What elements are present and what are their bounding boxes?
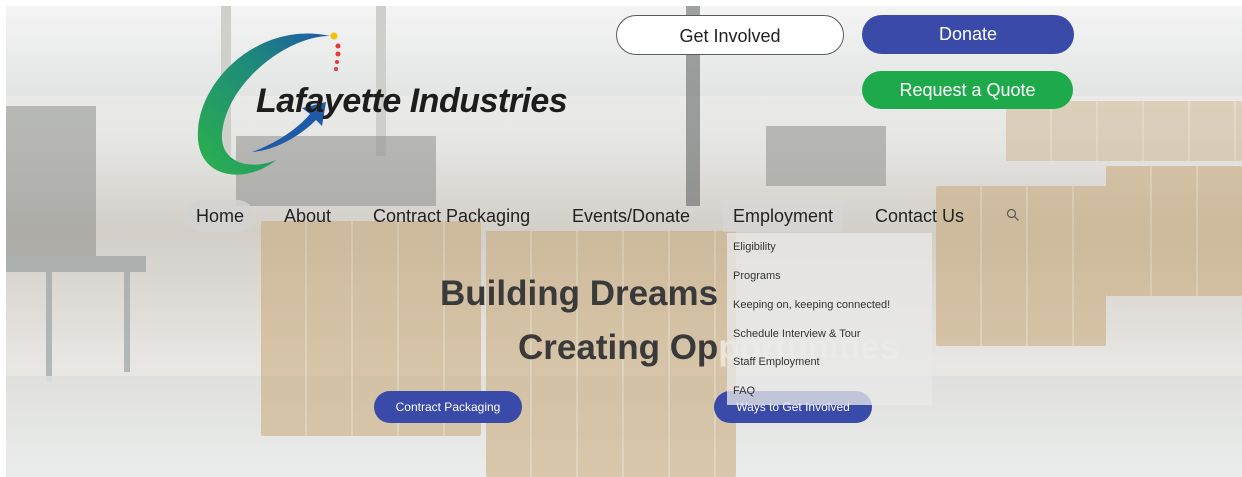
employment-dropdown: Eligibility Programs Keeping on, keeping… (727, 233, 932, 405)
background-table-leg (124, 272, 130, 372)
dropdown-item-schedule-interview[interactable]: Schedule Interview & Tour (733, 328, 861, 340)
background-table (6, 256, 146, 272)
dropdown-item-programs[interactable]: Programs (733, 270, 781, 282)
nav-contact-us[interactable]: Contact Us (865, 200, 974, 232)
nav-events-donate[interactable]: Events/Donate (562, 200, 700, 232)
hero-title-line2-main: Creating Op (518, 328, 719, 367)
get-involved-button[interactable]: Get Involved (616, 15, 844, 55)
dropdown-item-staff-employment[interactable]: Staff Employment (733, 356, 820, 368)
nav-home[interactable]: Home (186, 200, 255, 232)
nav-about[interactable]: About (274, 200, 341, 232)
dropdown-item-eligibility[interactable]: Eligibility (733, 241, 776, 253)
background-pallet (1106, 166, 1242, 296)
background-machine (766, 126, 886, 186)
dropdown-item-keeping-connected[interactable]: Keeping on, keeping connected! (733, 299, 890, 311)
search-icon[interactable] (1006, 208, 1020, 222)
donate-button[interactable]: Donate (862, 15, 1074, 54)
nav-contract-packaging[interactable]: Contract Packaging (363, 200, 540, 232)
dropdown-item-faq[interactable]: FAQ (733, 385, 755, 397)
background-table-leg (46, 272, 52, 382)
background-pallet (1006, 101, 1242, 161)
logo-text: Lafayette Industries (256, 82, 568, 120)
nav-employment[interactable]: Employment (723, 200, 844, 232)
request-quote-button[interactable]: Request a Quote (862, 71, 1073, 109)
hero-title-line1: Building Dreams (440, 274, 719, 313)
contract-packaging-button[interactable]: Contract Packaging (374, 391, 522, 423)
background-machine (6, 106, 96, 256)
site-logo[interactable]: Lafayette Industries (190, 22, 590, 187)
